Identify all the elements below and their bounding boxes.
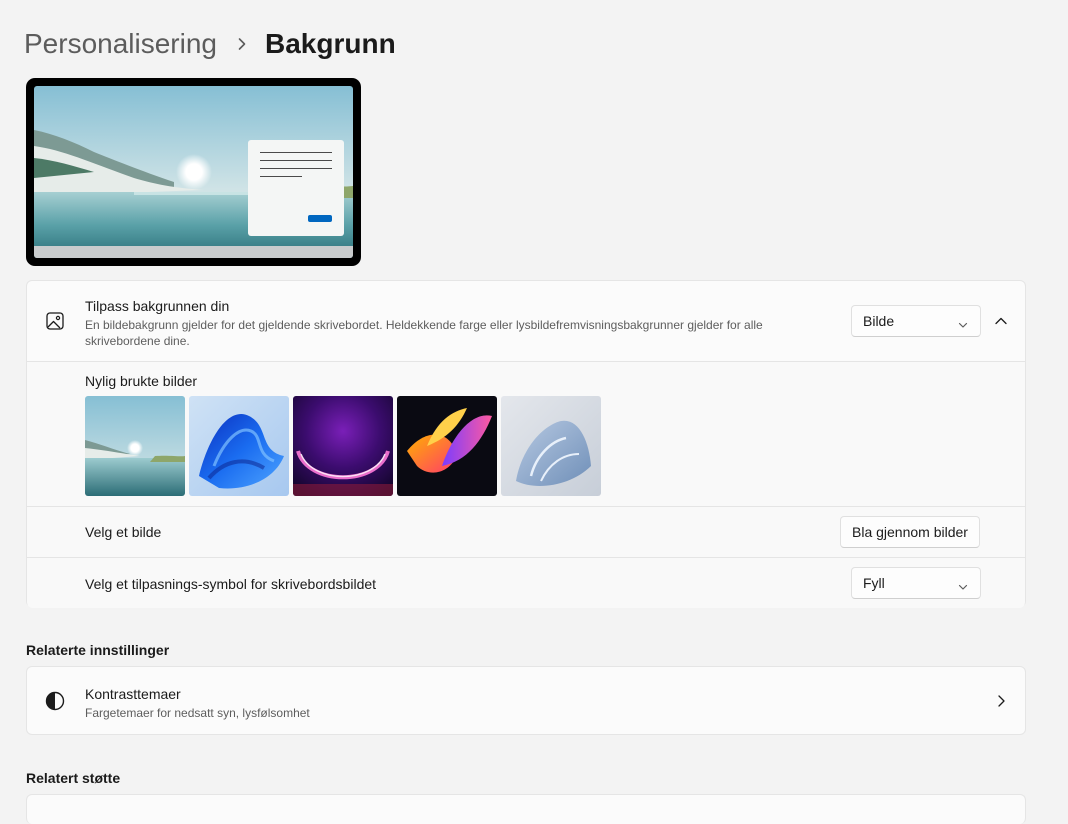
fit-row: Velg et tilpasnings-symbol for skrivebor…	[27, 557, 1025, 608]
contrast-themes-description: Fargetemaer for nedsatt syn, lysfølsomhe…	[85, 706, 310, 720]
recent-images-label: Nylig brukte bilder	[85, 373, 198, 389]
contrast-themes-title: Kontrasttemaer	[85, 686, 181, 702]
desktop-preview	[26, 78, 361, 266]
related-settings-header: Relaterte innstillinger	[26, 642, 170, 658]
related-support-header: Relatert støtte	[26, 770, 121, 786]
background-type-dropdown[interactable]: Bilde	[851, 305, 981, 337]
image-icon	[45, 311, 65, 331]
breadcrumb-parent[interactable]: Personalisering	[24, 28, 217, 60]
personalize-description: En bildebakgrunn gjelder for det gjelden…	[85, 318, 763, 348]
page-title: Bakgrunn	[265, 28, 396, 59]
recent-image-thumbnail[interactable]	[397, 396, 497, 496]
chevron-down-icon	[958, 579, 968, 590]
recent-image-thumbnail[interactable]	[293, 396, 393, 496]
recent-images-row: Nylig brukte bilder	[27, 361, 1025, 506]
recent-image-thumbnail[interactable]	[85, 396, 185, 496]
preview-window	[248, 140, 344, 236]
breadcrumb: Personalisering Bakgrunn	[24, 24, 396, 64]
related-support-card[interactable]	[26, 794, 1026, 824]
preview-screen	[34, 86, 353, 258]
contrast-themes-card[interactable]: Kontrasttemaer Fargetemaer for nedsatt s…	[26, 666, 1026, 735]
fit-dropdown[interactable]: Fyll	[851, 567, 981, 599]
choose-photo-label: Velg et bilde	[85, 524, 162, 540]
chevron-up-icon[interactable]	[991, 311, 1011, 331]
background-type-value: Bilde	[863, 313, 895, 329]
chevron-down-icon	[958, 317, 968, 328]
personalize-title: Tilpass bakgrunnen din	[85, 298, 230, 314]
personalize-background-card: Tilpass bakgrunnen din En bildebakgrunn …	[26, 280, 1026, 608]
fit-value: Fyll	[863, 575, 885, 591]
preview-taskbar	[34, 246, 353, 258]
contrast-icon	[45, 691, 65, 711]
browse-photos-button[interactable]: Bla gjennom bilder	[840, 516, 980, 548]
chevron-right-icon	[235, 37, 249, 51]
preview-window-button	[308, 215, 332, 222]
fit-label: Velg et tilpasnings-symbol for skrivebor…	[85, 576, 377, 592]
choose-photo-row: Velg et bilde Bla gjennom bilder	[27, 506, 1025, 557]
recent-image-thumbnail[interactable]	[501, 396, 601, 496]
recent-images-list	[85, 396, 601, 496]
chevron-right-icon	[991, 691, 1011, 711]
personalize-background-row[interactable]: Tilpass bakgrunnen din En bildebakgrunn …	[27, 281, 1025, 361]
recent-image-thumbnail[interactable]	[189, 396, 289, 496]
